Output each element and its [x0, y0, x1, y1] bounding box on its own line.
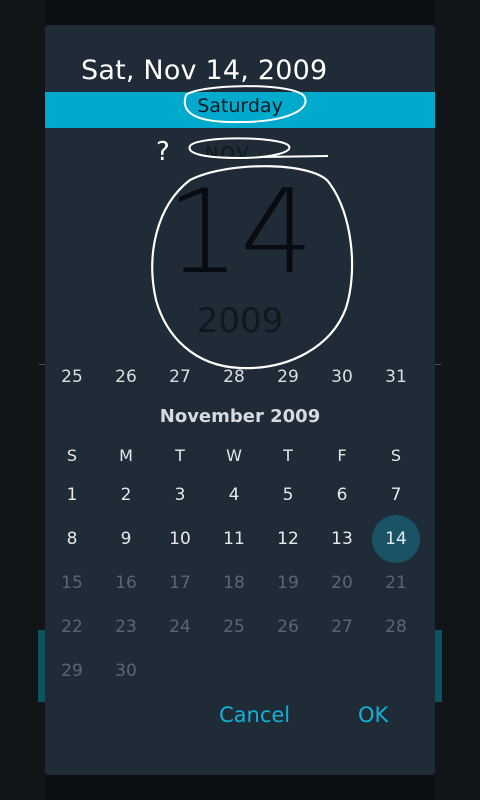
cancel-button[interactable]: Cancel — [219, 703, 290, 727]
calendar-day[interactable]: 10 — [153, 529, 207, 549]
selected-date-header: Sat, Nov 14, 2009 — [81, 55, 328, 86]
calendar-day: 25 — [223, 617, 245, 637]
calendar-day: 22 — [61, 617, 83, 637]
calendar-day: 26 — [277, 617, 299, 637]
calendar-day: 30 — [115, 661, 137, 681]
calendar-week-row: 22 23 24 25 26 27 28 — [45, 617, 435, 647]
calendar-day: 15 — [61, 573, 83, 593]
calendar-day[interactable]: 27 — [153, 367, 207, 387]
background-divider-right — [435, 364, 441, 365]
weekday-label: T — [175, 446, 185, 465]
calendar-day[interactable]: 6 — [315, 485, 369, 505]
calendar-day: 27 — [331, 617, 353, 637]
calendar-day: 16 — [115, 573, 137, 593]
day-number-display[interactable]: 14 — [45, 175, 435, 291]
weekday-header-row: S M T W T F S — [45, 446, 435, 470]
calendar-day: 18 — [223, 573, 245, 593]
calendar-day: 20 — [331, 573, 353, 593]
calendar-day-selected[interactable]: 14 — [369, 529, 423, 549]
calendar-day[interactable]: 11 — [207, 529, 261, 549]
weekday-label: W — [226, 446, 242, 465]
calendar-day: 24 — [169, 617, 191, 637]
calendar-day[interactable]: 30 — [315, 367, 369, 387]
weekday-label: T — [283, 446, 293, 465]
calendar-day: 21 — [385, 573, 407, 593]
date-picker-dialog: Sat, Nov 14, 2009 Saturday NOV 14 2009 2… — [45, 25, 435, 775]
calendar-day[interactable]: 3 — [153, 485, 207, 505]
month-label[interactable]: NOV — [205, 143, 251, 164]
calendar-day[interactable]: 26 — [99, 367, 153, 387]
calendar-day: 17 — [169, 573, 191, 593]
weekday-label: F — [337, 446, 347, 465]
background-teal-bar-left — [38, 630, 45, 702]
previous-month-week-row: 25 26 27 28 29 30 31 — [45, 367, 435, 391]
calendar-day: 28 — [385, 617, 407, 637]
calendar-day[interactable]: 5 — [261, 485, 315, 505]
calendar-day[interactable]: 25 — [45, 367, 99, 387]
background-teal-bar-right — [435, 630, 442, 702]
month-title: November 2009 — [159, 406, 321, 427]
calendar-day[interactable]: 9 — [99, 529, 153, 549]
calendar-day: 19 — [277, 573, 299, 593]
calendar-day[interactable]: 8 — [45, 529, 99, 549]
calendar-day[interactable]: 31 — [369, 367, 423, 387]
year-display[interactable]: 2009 — [45, 301, 435, 341]
calendar-day[interactable]: 7 — [369, 485, 423, 505]
day-of-week-label[interactable]: Saturday — [45, 95, 435, 117]
calendar-week-row: 15 16 17 18 19 20 21 — [45, 573, 435, 603]
ok-button[interactable]: OK — [358, 703, 388, 727]
calendar-day[interactable]: 2 — [99, 485, 153, 505]
calendar-day[interactable]: 4 — [207, 485, 261, 505]
calendar-day[interactable]: 28 — [207, 367, 261, 387]
calendar-week-row: 29 30 — [45, 661, 435, 691]
calendar-week-row: 8 9 10 11 12 13 14 — [45, 529, 435, 559]
calendar-day[interactable]: 1 — [45, 485, 99, 505]
calendar-day: 29 — [61, 661, 83, 681]
calendar-day[interactable]: 12 — [261, 529, 315, 549]
weekday-label: S — [66, 446, 78, 465]
calendar-week-row: 1 2 3 4 5 6 7 — [45, 485, 435, 515]
weekday-label: S — [390, 446, 402, 465]
calendar-day[interactable]: 29 — [261, 367, 315, 387]
calendar-day[interactable]: 13 — [315, 529, 369, 549]
weekday-label: M — [119, 446, 133, 465]
calendar-day: 23 — [115, 617, 137, 637]
